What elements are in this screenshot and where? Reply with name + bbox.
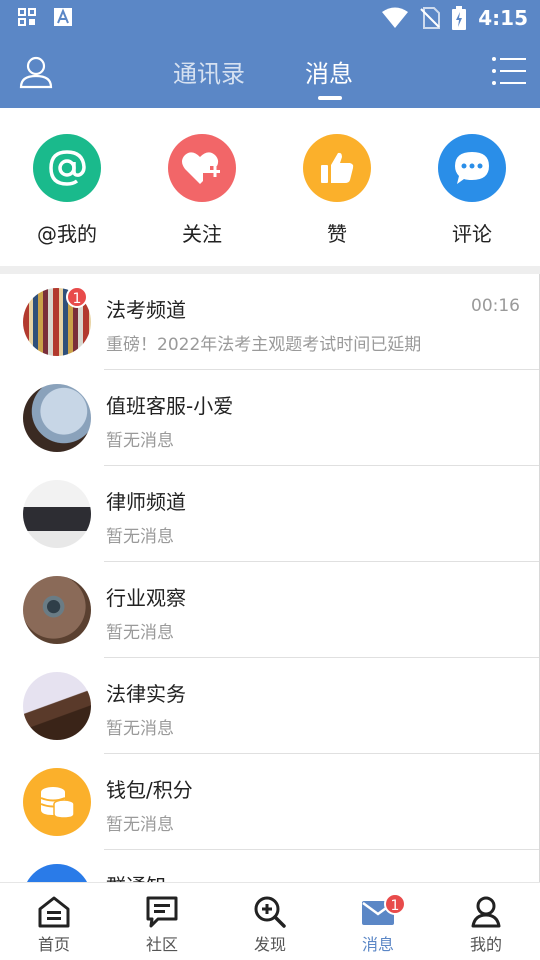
list-item-subtitle: 暂无消息 [106, 431, 174, 451]
avatar [23, 576, 91, 644]
no-sim-icon [420, 7, 441, 29]
list-item-title: 群通知 [106, 870, 166, 882]
tab-contacts[interactable]: 通讯录 [173, 54, 245, 89]
chat-bubble-icon [438, 134, 506, 202]
list-item[interactable]: 钱包/积分 暂无消息 [0, 754, 540, 850]
discover-icon [254, 896, 286, 928]
list-item[interactable]: 值班客服-小爱 暂无消息 [0, 370, 540, 466]
community-icon [146, 896, 178, 928]
list-item-subtitle: 暂无消息 [106, 527, 174, 547]
nav-discover[interactable]: 发现 [230, 895, 310, 955]
at-icon [33, 134, 101, 202]
heart-plus-icon [168, 134, 236, 202]
keyboard-status-icon [54, 8, 72, 26]
avatar [23, 480, 91, 548]
list-item-subtitle: 暂无消息 [106, 815, 174, 835]
quick-action-mentions[interactable]: @我的 [17, 134, 117, 247]
status-time: 4:15 [478, 6, 528, 30]
avatar [23, 672, 91, 740]
tab-indicator [318, 96, 342, 100]
status-bar: 4:15 [0, 0, 540, 36]
quick-actions: @我的 关注 赞 评论 [0, 108, 540, 266]
thumbs-up-icon [303, 134, 371, 202]
tab-messages[interactable]: 消息 [305, 54, 353, 89]
list-item-title: 法考频道 [106, 298, 186, 322]
battery-icon [452, 6, 467, 30]
unread-badge: 1 [66, 286, 88, 308]
list-item-title: 律师频道 [106, 490, 186, 514]
quick-action-likes[interactable]: 赞 [287, 134, 387, 247]
nav-label: 消息 [361, 935, 394, 954]
list-item-subtitle: 重磅！2022年法考主观题考试时间已延期 [106, 335, 422, 355]
nav-label: 发现 [253, 935, 286, 954]
list-item[interactable]: 行业观察 暂无消息 [0, 562, 540, 658]
bottom-nav: 首页 社区 发现 1 消息 我的 [0, 882, 540, 960]
nav-label: 首页 [37, 935, 70, 954]
wifi-icon [382, 7, 409, 28]
nav-label: 社区 [145, 935, 178, 954]
quick-action-label: 评论 [452, 222, 492, 246]
group-notice-icon [23, 864, 91, 882]
header-tabs: 通讯录 消息 [0, 36, 540, 108]
quick-action-label: 赞 [327, 222, 347, 246]
list-item-subtitle: 暂无消息 [106, 719, 174, 739]
list-item-subtitle: 暂无消息 [106, 623, 174, 643]
profile-icon [471, 896, 501, 928]
nav-label: 我的 [469, 935, 502, 954]
list-item-time: 00:16 [471, 296, 520, 316]
home-icon [38, 896, 70, 928]
nav-profile[interactable]: 我的 [446, 895, 526, 955]
list-item-title: 值班客服-小爱 [106, 394, 234, 418]
list-item[interactable]: 律师频道 暂无消息 [0, 466, 540, 562]
nav-community[interactable]: 社区 [122, 895, 202, 955]
app-header: 通讯录 消息 [0, 36, 540, 108]
section-divider [0, 266, 540, 274]
list-item-title: 法律实务 [106, 682, 186, 706]
quick-action-label: @我的 [37, 222, 97, 246]
apps-status-icon [18, 8, 36, 26]
quick-action-comments[interactable]: 评论 [422, 134, 522, 247]
list-item-title: 钱包/积分 [106, 778, 193, 802]
nav-badge: 1 [384, 893, 406, 915]
quick-action-follow[interactable]: 关注 [152, 134, 252, 247]
avatar [23, 384, 91, 452]
menu-icon[interactable] [492, 56, 526, 86]
list-item[interactable]: 法律实务 暂无消息 [0, 658, 540, 754]
nav-home[interactable]: 首页 [14, 895, 94, 955]
message-list: 1 法考频道 00:16 重磅！2022年法考主观题考试时间已延期 值班客服-小… [0, 274, 540, 882]
list-item[interactable]: 1 法考频道 00:16 重磅！2022年法考主观题考试时间已延期 [0, 274, 540, 370]
list-item-title: 行业观察 [106, 586, 186, 610]
nav-messages[interactable]: 1 消息 [338, 893, 418, 955]
quick-action-label: 关注 [182, 222, 222, 246]
list-item[interactable]: 群通知 [0, 850, 540, 882]
wallet-coins-icon [23, 768, 91, 836]
